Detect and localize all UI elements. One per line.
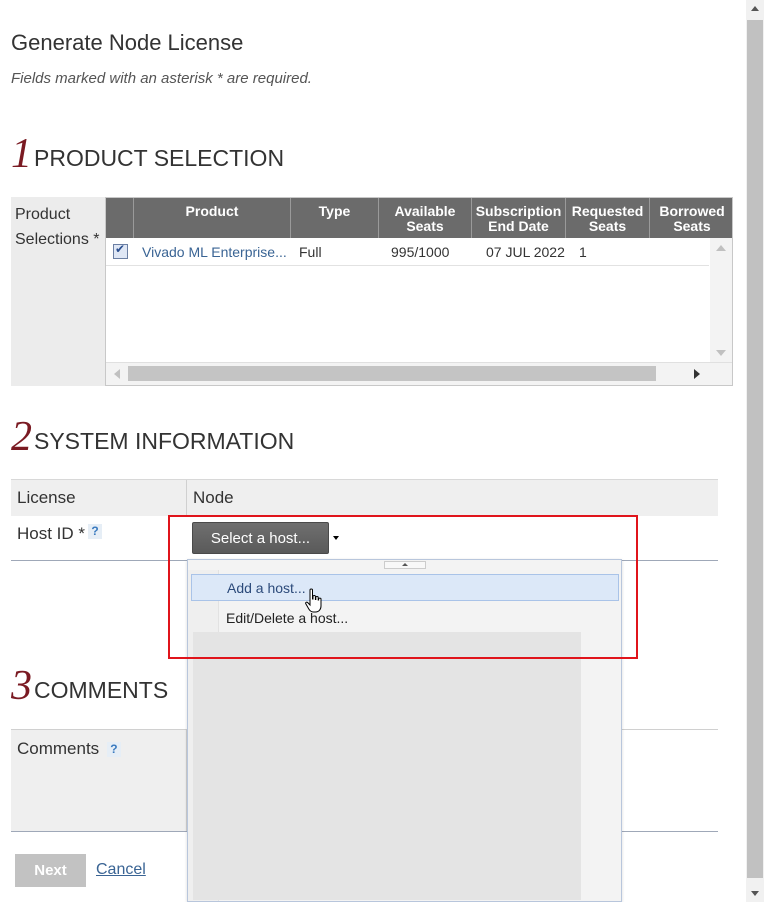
- section-title: SYSTEM INFORMATION: [34, 428, 295, 454]
- host-dropdown-menu: Add a host... Edit/Delete a host...: [187, 559, 622, 902]
- host-id-label-cell: Host ID * ?: [11, 516, 187, 560]
- comments-label: Comments: [17, 739, 100, 758]
- grid-header: Product Type Available Seats Subscriptio…: [106, 198, 732, 238]
- borrowed-seats-cell: [650, 238, 709, 265]
- end-date-cell: 07 JUL 2022: [486, 243, 565, 260]
- host-id-row: Host ID * ? Select a host...: [11, 516, 718, 561]
- help-icon[interactable]: ?: [106, 742, 121, 758]
- grid-header-product[interactable]: Product: [134, 198, 291, 238]
- host-id-value-cell: Select a host...: [187, 516, 339, 560]
- requested-seats-cell[interactable]: 1: [566, 238, 650, 265]
- host-id-label: Host ID *: [17, 524, 86, 543]
- grid-header-type[interactable]: Type: [291, 198, 379, 238]
- scroll-left-icon[interactable]: [114, 369, 120, 379]
- scroll-up-icon[interactable]: [716, 245, 726, 251]
- page-title: Generate Node License: [11, 30, 244, 55]
- grid-horizontal-scrollbar[interactable]: [106, 362, 732, 385]
- required-note: Fields marked with an asterisk * are req…: [11, 70, 312, 87]
- scroll-right-icon[interactable]: [694, 369, 700, 379]
- product-grid: Product Type Available Seats Subscriptio…: [105, 197, 733, 386]
- page-scroll-up-icon[interactable]: [751, 6, 759, 11]
- grid-header-borrowed-seats[interactable]: Borrowed Seats: [650, 198, 732, 238]
- page-scroll-thumb[interactable]: [747, 20, 763, 878]
- product-selections-label: Product Selections *: [15, 206, 100, 248]
- next-button[interactable]: Next: [15, 854, 86, 887]
- scroll-down-icon[interactable]: [716, 350, 726, 356]
- help-icon[interactable]: ?: [88, 524, 103, 539]
- product-selection-block: Product Selections * Product Type Availa…: [11, 197, 733, 386]
- menu-item-edit-delete-host[interactable]: Edit/Delete a host...: [191, 604, 619, 631]
- page-scroll-down-icon[interactable]: [751, 891, 759, 896]
- section-header-comments: 3 COMMENTS: [11, 663, 169, 709]
- horizontal-scroll-thumb[interactable]: [128, 366, 656, 381]
- header-node: Node: [193, 488, 234, 507]
- menu-scroll-up-icon[interactable]: [384, 561, 426, 569]
- cancel-link[interactable]: Cancel: [96, 861, 146, 879]
- table-row[interactable]: Vivado ML Enterprise... Full 995/1000 07…: [106, 238, 709, 266]
- product-checkbox[interactable]: [113, 242, 128, 259]
- section-header-product-selection: 1 PRODUCT SELECTION: [11, 131, 285, 177]
- grid-header-available-seats[interactable]: Available Seats: [379, 198, 472, 238]
- type-cell: Full: [299, 243, 322, 260]
- section-title: COMMENTS: [34, 677, 169, 703]
- grid-vertical-scrollbar[interactable]: [710, 238, 732, 364]
- system-information-table: License Node Host ID * ? Select a host..…: [11, 479, 718, 561]
- grid-header-subscription-end-date[interactable]: Subscription End Date: [472, 198, 566, 238]
- row-select-cell[interactable]: [106, 238, 134, 265]
- section-number: 1: [11, 131, 32, 177]
- grid-header-requested-seats[interactable]: Requested Seats: [566, 198, 650, 238]
- section-header-system-information: 2 SYSTEM INFORMATION: [11, 414, 295, 460]
- product-link[interactable]: Vivado ML Enterprise...: [142, 244, 287, 260]
- grid-header-select: [106, 198, 134, 238]
- available-seats-cell: 995/1000: [391, 243, 450, 260]
- select-host-button[interactable]: Select a host...: [192, 522, 329, 554]
- comments-label-cell: Comments ?: [11, 730, 187, 831]
- chevron-down-icon[interactable]: [333, 536, 339, 540]
- hand-cursor-icon: [305, 588, 322, 613]
- system-table-header: License Node: [11, 479, 718, 516]
- product-cell[interactable]: Vivado ML Enterprise...: [134, 238, 291, 265]
- menu-empty-area: [193, 632, 581, 900]
- menu-item-add-host[interactable]: Add a host...: [191, 574, 619, 601]
- section-number: 2: [11, 414, 32, 460]
- section-title: PRODUCT SELECTION: [34, 145, 285, 171]
- section-number: 3: [11, 663, 32, 709]
- page-scrollbar[interactable]: [746, 0, 764, 902]
- header-license: License: [11, 480, 187, 516]
